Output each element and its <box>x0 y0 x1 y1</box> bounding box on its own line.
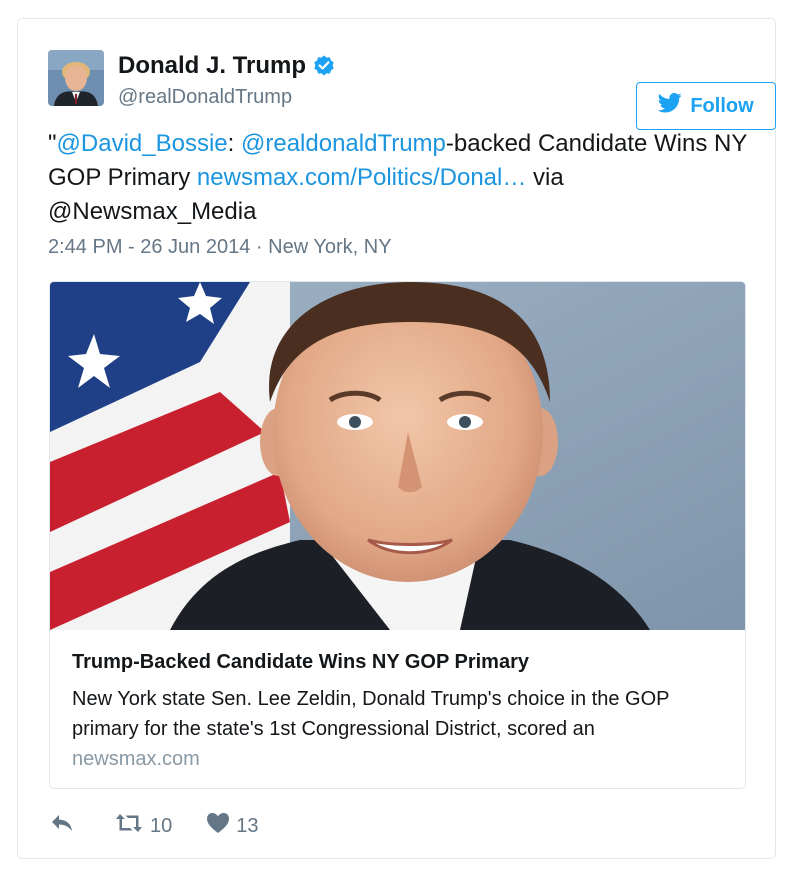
card-description: New York state Sen. Lee Zeldin, Donald T… <box>72 688 670 740</box>
tweet-text: "@David_Bossie: @realdonaldTrump-backed … <box>48 127 748 229</box>
mention-link-david-bossie[interactable]: @David_Bossie <box>57 130 228 157</box>
avatar[interactable] <box>48 50 104 106</box>
quote-mark: " <box>48 130 57 157</box>
tweet-meta: 2:44 PM - 26 Jun 2014 · New York, NY <box>48 236 392 259</box>
tweet-location[interactable]: New York, NY <box>268 236 391 258</box>
reply-icon <box>50 813 80 839</box>
verified-badge-icon <box>312 54 336 78</box>
retweet-count: 10 <box>150 814 173 837</box>
card-image <box>50 282 745 630</box>
mention-link-realdonaldtrump[interactable]: @realdonaldTrump <box>241 130 446 157</box>
tweet-card: Donald J. Trump @realDonaldTrump Follow … <box>17 18 776 859</box>
meta-separator: · <box>250 236 269 258</box>
article-link[interactable]: newsmax.com/Politics/Donal… <box>197 164 526 191</box>
retweet-button[interactable]: 10 <box>114 812 172 840</box>
user-name[interactable]: Donald J. Trump <box>118 52 336 80</box>
avatar-image <box>48 50 104 106</box>
reply-button[interactable] <box>50 813 80 839</box>
tweet-text-separator: : <box>227 130 241 157</box>
tweet-header: Donald J. Trump @realDonaldTrump Follow <box>48 50 776 130</box>
like-count: 13 <box>236 814 259 837</box>
follow-button[interactable]: Follow <box>636 82 776 130</box>
retweet-icon <box>114 812 150 840</box>
heart-icon <box>206 812 236 840</box>
card-title: Trump-Backed Candidate Wins NY GOP Prima… <box>72 651 529 673</box>
link-preview-card[interactable]: Trump-Backed Candidate Wins NY GOP Prima… <box>49 281 746 789</box>
tweet-timestamp[interactable]: 2:44 PM - 26 Jun 2014 <box>48 236 250 258</box>
like-button[interactable]: 13 <box>206 812 259 840</box>
user-name-text: Donald J. Trump <box>118 52 307 79</box>
follow-label: Follow <box>690 94 754 117</box>
user-handle[interactable]: @realDonaldTrump <box>118 86 292 109</box>
card-domain: newsmax.com <box>72 748 200 770</box>
twitter-bird-icon <box>658 93 682 119</box>
tweet-actions: 10 13 <box>50 811 293 841</box>
